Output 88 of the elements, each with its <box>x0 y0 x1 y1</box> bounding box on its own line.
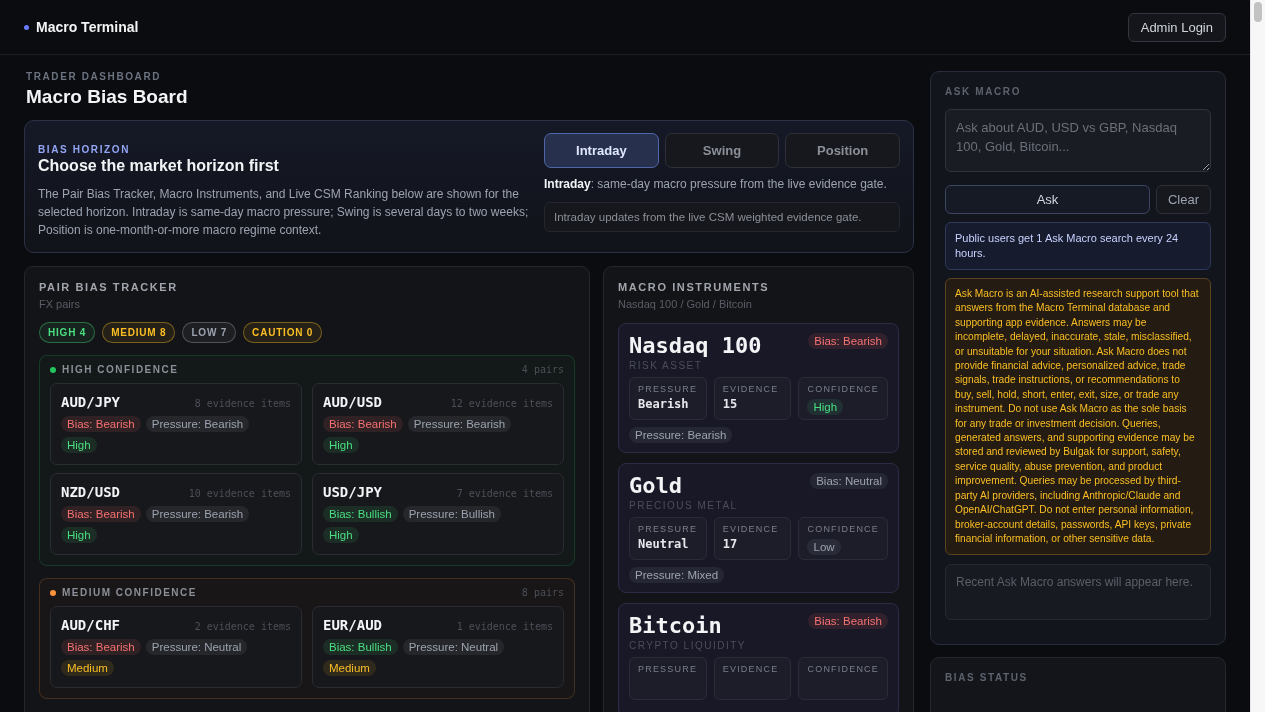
group-count: 8 pairs <box>521 587 564 598</box>
evidence-count: 12 evidence items <box>450 398 553 409</box>
metric-label: CONFIDENCE <box>807 384 879 394</box>
evidence-count: 10 evidence items <box>188 488 291 499</box>
tag: Bias: Bearish <box>323 416 403 432</box>
summary-pill: LOW 7 <box>182 322 237 343</box>
bias-tag: Bias: Neutral <box>810 473 888 489</box>
pair-name: NZD/USD <box>61 484 120 500</box>
disclaimer-text: Ask Macro is an AI-assisted research support tool that answers from the Macro Terminal database and supporting app evidence. Answers may be incomplete, delayed, inaccurate, stale, misclassified, or unsuitable for your situation. Ask Macro does not provide financial advice, personalized advice, trade signals, trade instructions, or recommendations to buy, sell, hold, short, enter, exit, size, or trade any instrument. Do not use Ask Macro as the sole basis for any trade or investment decision. Queries, generated answers, and supporting evidence may be stored and reviewed by Bulgak for support, safety, service quality, abuse prevention, and product improvement. Queries may be processed by third-party AI providers, including Anthropic/Claude and OpenAI/ChatGPT. Do not enter personal information, broker-account details, passwords, API keys, private financial information, or other sensitive data. <box>945 278 1211 556</box>
panel-title: ASK MACRO <box>945 86 1023 97</box>
tag: Bias: Bearish <box>61 639 141 655</box>
horizon-tab[interactable]: Swing <box>664 133 780 168</box>
bias-tag: Bias: Bearish <box>808 333 888 349</box>
evidence-count: 1 evidence items <box>456 621 553 632</box>
tag: Pressure: Bearish <box>145 506 250 522</box>
tag: Pressure: Bearish <box>407 416 512 432</box>
panel-subtitle: Nasdaq 100 / Gold / Bitcoin <box>618 298 753 310</box>
ask-button[interactable]: Ask <box>945 185 1150 214</box>
pair-name: USD/JPY <box>323 484 382 500</box>
recent-answers-empty: Recent Ask Macro answers will appear here. <box>945 564 1211 621</box>
question-field[interactable]: Ask about AUD, USD vs GBP, Nasdaq 100, Gold, Bitcoin... <box>945 109 1211 172</box>
tag: Medium <box>323 660 376 676</box>
horizon-explanation: Intraday: same-day macro pressure from the live evidence gate. <box>544 176 888 193</box>
instrument-name: Gold <box>629 473 682 498</box>
metric-label: PRESSURE <box>638 664 698 674</box>
confidence-tag: Low <box>807 539 841 555</box>
summary-pill: HIGH 4 <box>39 322 96 343</box>
metric-value: 17 <box>722 537 739 551</box>
tag: Pressure: Neutral <box>145 639 248 655</box>
tag: Medium <box>61 660 114 676</box>
tag: Bias: Bullish <box>323 639 398 655</box>
group-count: 4 pairs <box>521 364 564 375</box>
card-eyebrow: BIAS HORIZON <box>38 144 131 155</box>
confidence-tag: High <box>807 399 844 415</box>
group-title: HIGH CONFIDENCE <box>62 364 179 375</box>
metric-value: Neutral <box>638 537 690 551</box>
admin-login-button[interactable]: Admin Login <box>1127 12 1226 42</box>
tag: Bias: Bullish <box>323 506 398 522</box>
tag: Pressure: Bearish <box>629 427 733 443</box>
tag: High <box>61 527 97 543</box>
summary-pill: MEDIUM 8 <box>102 322 176 343</box>
metric-label: EVIDENCE <box>722 664 780 674</box>
tag: Pressure: Neutral <box>402 639 505 655</box>
panel-subtitle: FX pairs <box>39 298 81 310</box>
metric-label: CONFIDENCE <box>807 524 879 534</box>
logo-dot-icon <box>24 24 29 30</box>
panel-title: MACRO INSTRUMENTS <box>618 281 771 293</box>
tag: High <box>323 437 359 453</box>
panel-title: PAIR BIAS TRACKER <box>39 281 179 293</box>
bias-tag: Bias: Bearish <box>808 613 888 629</box>
scrollbar[interactable] <box>1250 0 1265 712</box>
evidence-count: 7 evidence items <box>456 488 553 499</box>
instrument-name: Nasdaq 100 <box>629 333 762 358</box>
pair-name: EUR/AUD <box>323 617 382 633</box>
metric-label: CONFIDENCE <box>807 664 879 674</box>
metric-label: PRESSURE <box>638 524 698 534</box>
pair-name: AUD/JPY <box>61 394 120 410</box>
pair-name: AUD/CHF <box>61 617 120 633</box>
card-title: Choose the market horizon first <box>38 157 280 175</box>
pair-name: AUD/USD <box>323 394 382 410</box>
tag: High <box>323 527 359 543</box>
tag: Pressure: Mixed <box>629 567 725 583</box>
evidence-count: 2 evidence items <box>194 621 291 632</box>
app-title: Macro Terminal <box>36 19 139 35</box>
tag: Pressure: Bullish <box>402 506 501 522</box>
summary-pill: CAUTION 0 <box>243 322 323 343</box>
scrollbar-thumb[interactable] <box>1254 2 1262 22</box>
evidence-count: 8 evidence items <box>194 398 291 409</box>
metric-value: 15 <box>722 397 739 411</box>
page-title: Macro Bias Board <box>26 86 189 108</box>
horizon-note: Intraday updates from the live CSM weighted evidence gate. <box>544 202 900 232</box>
horizon-tab[interactable]: Intraday <box>544 133 659 168</box>
section-eyebrow: TRADER DASHBOARD <box>26 71 163 82</box>
tag: Bias: Bearish <box>61 416 141 432</box>
metric-label: PRESSURE <box>638 384 698 394</box>
tag: Pressure: Bearish <box>145 416 250 432</box>
panel-title: BIAS STATUS <box>945 672 1029 684</box>
metric-value: Bearish <box>638 397 690 411</box>
card-description: The Pair Bias Tracker, Macro Instruments, and Live CSM Ranking below are shown for the selected horizon. Intraday is same-day macro pressure; Swing is several days to two weeks; Position is one-month-or-more macro regime context. <box>38 186 530 239</box>
clear-button[interactable]: Clear <box>1156 185 1211 214</box>
metric-label: EVIDENCE <box>722 524 780 534</box>
group-title: MEDIUM CONFIDENCE <box>62 587 197 598</box>
tag: Bias: Bearish <box>61 506 141 522</box>
tag: High <box>61 437 97 453</box>
quota-note: Public users get 1 Ask Macro search every 24 hours. <box>945 222 1211 270</box>
metric-label: EVIDENCE <box>722 384 780 394</box>
instrument-name: Bitcoin <box>629 613 722 638</box>
horizon-tab[interactable]: Position <box>785 133 900 168</box>
